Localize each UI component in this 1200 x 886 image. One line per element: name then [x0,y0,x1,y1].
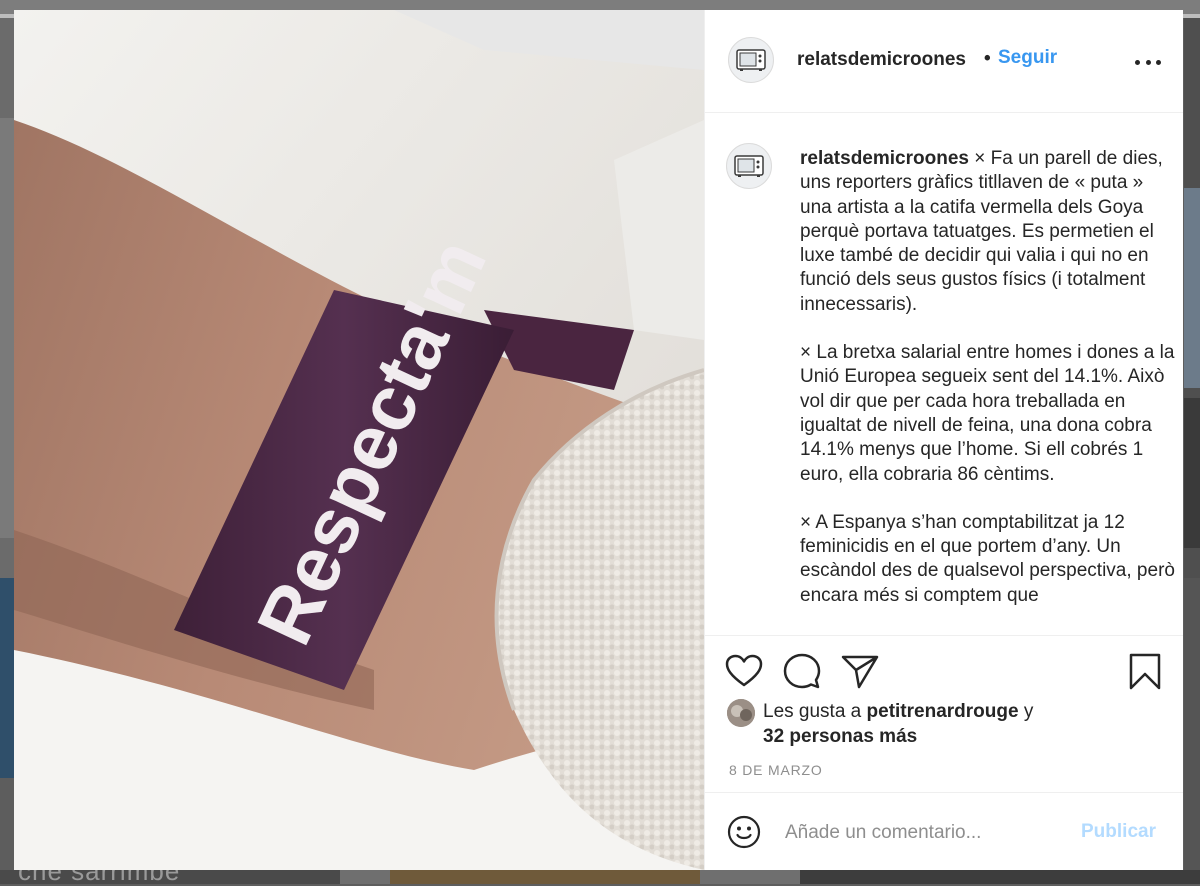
liker-username[interactable]: petitrenardrouge [867,701,1019,722]
caption-text-1: × Fa un parell de dies, uns reporters gr… [800,148,1163,315]
emoji-button[interactable] [727,815,761,849]
likes-prefix: Les gusta a [763,701,862,722]
post-actions: Les gusta a petitrenardrouge y 32 person… [705,635,1183,870]
post-photo: Respecta'm [14,10,704,870]
comment-button[interactable] [783,653,821,689]
more-options-button[interactable] [1135,52,1161,72]
microwave-icon [734,155,764,177]
likes-connector: y [1023,701,1034,722]
post-caption: relatsdemicroones × Fa un parell de dies… [800,147,1176,632]
caption-avatar[interactable] [726,143,772,189]
post-date[interactable]: 8 DE MARZO [729,762,823,778]
paper-plane-icon [841,655,879,689]
header-username[interactable]: relatsdemicroones [797,49,966,71]
smiley-icon [727,815,761,849]
microwave-icon [736,49,766,71]
caption-scroll-area[interactable]: relatsdemicroones × Fa un parell de dies… [705,113,1183,635]
background-left-edge [0,18,14,884]
likes-text: Les gusta a petitrenardrouge y 32 person… [763,699,1163,749]
liker-avatar[interactable] [727,699,755,727]
caption-paragraph-2: × La bretxa salarial entre homes i dones… [800,342,1175,485]
heart-icon [725,654,763,687]
share-button[interactable] [841,653,879,689]
follow-button[interactable]: Seguir [998,47,1057,69]
comment-input[interactable] [783,815,1067,851]
background-right-edge [1184,18,1200,884]
header-separator: • [984,48,991,69]
comment-bar: Publicar [705,792,1183,871]
comment-icon [783,653,821,689]
caption-paragraph-1: relatsdemicroones × Fa un parell de dies… [800,147,1176,317]
liker-photo-icon [727,699,755,727]
likes-others-count[interactable]: 32 personas más [763,726,917,747]
like-button[interactable] [725,654,763,688]
more-horizontal-icon [1135,59,1140,65]
save-button[interactable] [1128,653,1162,691]
caption-paragraph-3: × A Espanya s’han comptabilitzat ja 12 f… [800,511,1175,606]
post-header: relatsdemicroones • Seguir [705,10,1183,113]
caption-username[interactable]: relatsdemicroones [800,148,969,169]
wrist-photo-illustration: Respecta'm [14,10,704,870]
publish-button[interactable]: Publicar [1081,821,1156,843]
post-modal: Respecta'm relatsdemicroones • Seguir re… [14,10,1183,870]
post-side-panel: relatsdemicroones • Seguir relatsdemicro… [704,10,1183,870]
profile-avatar[interactable] [728,37,774,83]
bookmark-icon [1129,653,1161,690]
